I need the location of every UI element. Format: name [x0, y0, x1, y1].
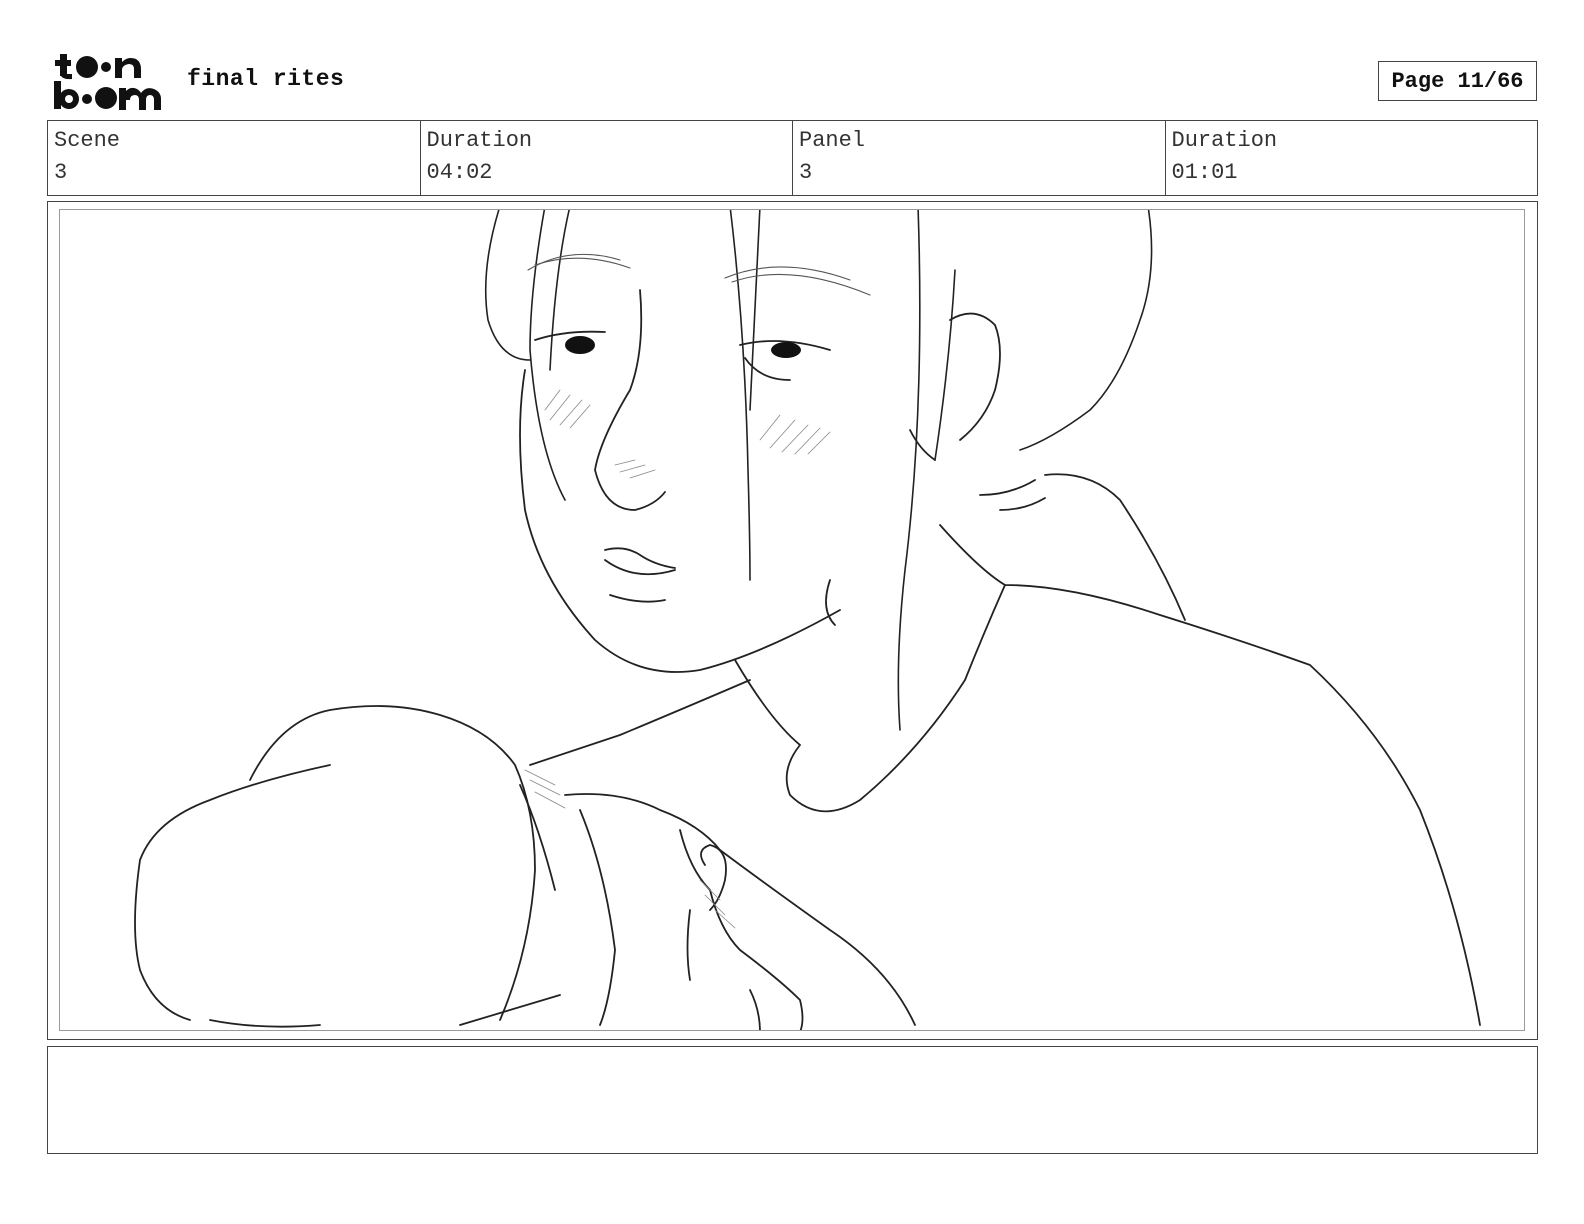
hand [459, 793, 916, 1030]
eyebrows [527, 253, 871, 296]
panel-duration-label: Duration [1171, 128, 1278, 153]
panel-notes-box [47, 1046, 1538, 1154]
scene-info-table: Scene 3 Duration 04:02 Panel 3 Duration … [47, 120, 1538, 196]
scene-duration-label: Duration [426, 128, 533, 153]
panel-duration-value: 01:01 [1171, 160, 1238, 185]
scene-duration-value: 04:02 [426, 160, 493, 185]
page-number: Page 11/66 [1378, 61, 1537, 101]
hair-strands [484, 210, 1153, 731]
pupils [565, 336, 801, 358]
panel-duration-cell: Duration 01:01 [1166, 121, 1538, 195]
panel-value: 3 [799, 160, 813, 185]
neck-and-shoulders [529, 473, 1481, 1026]
toon-boom-logo [52, 50, 164, 112]
scene-value: 3 [54, 160, 68, 185]
scene-duration-cell: Duration 04:02 [421, 121, 793, 195]
storyboard-panel-frame [47, 201, 1538, 1040]
project-title: final rites [187, 66, 345, 92]
shading [524, 389, 831, 929]
panel-cell: Panel 3 [793, 121, 1166, 195]
storyboard-sketch [59, 209, 1525, 1031]
panel-label: Panel [799, 128, 866, 153]
scene-cell: Scene 3 [48, 121, 421, 195]
baby-head [134, 705, 556, 1028]
scene-label: Scene [54, 128, 121, 153]
